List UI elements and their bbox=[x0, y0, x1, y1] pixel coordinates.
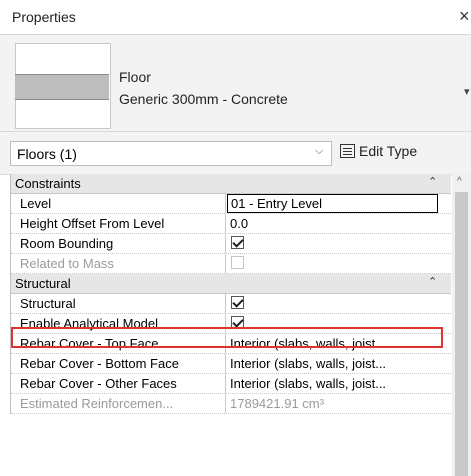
property-checkbox[interactable] bbox=[231, 316, 244, 329]
column-divider bbox=[225, 214, 226, 233]
collapse-icon[interactable]: ⌃ bbox=[428, 275, 437, 288]
property-value[interactable]: Interior (slabs, walls, joist... bbox=[230, 376, 445, 391]
property-checkbox[interactable] bbox=[231, 296, 244, 309]
type-name-label: Generic 300mm - Concrete bbox=[119, 91, 288, 107]
column-divider bbox=[225, 334, 226, 353]
property-value: 1789421.91 cm³ bbox=[230, 396, 324, 411]
property-row: Height Offset From Level 0.0 bbox=[11, 214, 451, 234]
group-header-label: Constraints bbox=[15, 176, 81, 191]
property-value[interactable]: Interior (slabs, walls, joist... bbox=[230, 356, 445, 371]
property-name: Rebar Cover - Bottom Face bbox=[20, 356, 179, 371]
property-row: Rebar Cover - Other Faces Interior (slabs… bbox=[11, 374, 451, 394]
property-name: Rebar Cover - Top Face bbox=[20, 336, 159, 351]
column-divider bbox=[225, 234, 226, 253]
property-row: Room Bounding bbox=[11, 234, 451, 254]
collapse-icon[interactable]: ⌃ bbox=[428, 175, 437, 188]
edit-type-icon bbox=[340, 144, 355, 158]
property-name: Rebar Cover - Other Faces bbox=[20, 376, 177, 391]
property-name: Level bbox=[20, 196, 52, 211]
type-preview-thumbnail bbox=[15, 43, 111, 129]
chevron-down-icon: ⌵ bbox=[315, 145, 324, 157]
properties-grid: Constraints ⌃ Level 01 - Entry Level Height … bbox=[10, 174, 451, 414]
instance-filter-value: Floors (1) bbox=[17, 146, 77, 162]
edit-type-button[interactable]: Edit Type bbox=[340, 143, 417, 159]
property-row: Level 01 - Entry Level bbox=[11, 194, 451, 214]
property-name: Room Bounding bbox=[20, 236, 114, 251]
column-divider bbox=[225, 194, 226, 213]
property-checkbox[interactable] bbox=[231, 236, 244, 249]
property-value[interactable]: Interior (slabs, walls, joist... bbox=[230, 336, 445, 351]
instance-filter-row: Floors (1) ⌵ Edit Type bbox=[0, 132, 471, 175]
property-name: Estimated Reinforcemen... bbox=[20, 396, 174, 411]
property-row: Related to Mass bbox=[11, 254, 451, 274]
property-value[interactable]: 0.0 bbox=[230, 216, 445, 231]
property-row: Estimated Reinforcemen... 1789421.91 cm³ bbox=[11, 394, 451, 414]
property-name: Related to Mass bbox=[20, 256, 114, 271]
property-value: 01 - Entry Level bbox=[231, 196, 323, 211]
property-name: Enable Analytical Model bbox=[20, 316, 159, 331]
type-selector[interactable]: Floor Generic 300mm - Concrete ▾ bbox=[0, 35, 471, 132]
property-checkbox bbox=[231, 256, 244, 269]
type-family-label: Floor bbox=[119, 69, 151, 85]
close-icon[interactable]: × bbox=[459, 6, 470, 27]
property-name: Structural bbox=[20, 296, 76, 311]
column-divider bbox=[225, 374, 226, 393]
floor-slab-icon bbox=[15, 74, 109, 100]
group-header-structural[interactable]: Structural ⌃ bbox=[11, 274, 451, 294]
scroll-up-icon[interactable]: ^ bbox=[457, 176, 462, 187]
property-row: Structural bbox=[11, 294, 451, 314]
level-input[interactable]: 01 - Entry Level bbox=[227, 194, 438, 213]
property-name: Height Offset From Level bbox=[20, 216, 165, 231]
panel-title: Properties bbox=[12, 9, 76, 25]
group-header-label: Structural bbox=[15, 276, 71, 291]
column-divider bbox=[225, 254, 226, 273]
instance-filter-dropdown[interactable]: Floors (1) ⌵ bbox=[10, 141, 332, 166]
column-divider bbox=[225, 394, 226, 413]
column-divider bbox=[225, 354, 226, 373]
column-divider bbox=[225, 294, 226, 313]
scrollbar-thumb[interactable] bbox=[455, 192, 468, 476]
property-row: Rebar Cover - Top Face Interior (slabs, w… bbox=[11, 334, 451, 354]
properties-titlebar: Properties × bbox=[0, 0, 471, 35]
edit-type-label: Edit Type bbox=[359, 143, 418, 159]
property-row: Enable Analytical Model bbox=[11, 314, 451, 334]
property-row: Rebar Cover - Bottom Face Interior (slabs… bbox=[11, 354, 451, 374]
group-header-constraints[interactable]: Constraints ⌃ bbox=[11, 174, 451, 194]
type-dropdown-icon[interactable]: ▾ bbox=[464, 85, 470, 98]
column-divider bbox=[225, 314, 226, 333]
grid-scrollbar[interactable]: ^ bbox=[452, 174, 471, 476]
